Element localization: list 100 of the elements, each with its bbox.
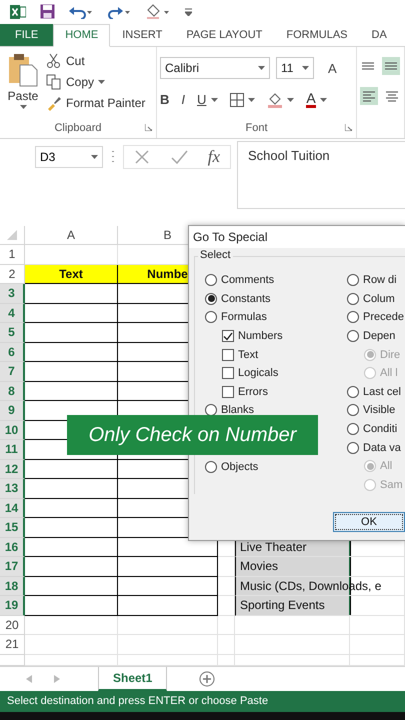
caret-icon (287, 98, 294, 102)
radio-button[interactable] (347, 442, 359, 454)
table-cell (350, 616, 405, 636)
paint-bucket-icon[interactable] (145, 4, 171, 20)
copy-button[interactable]: Copy (46, 74, 146, 90)
align-left-icon[interactable] (360, 87, 378, 106)
row-header[interactable]: 4 (0, 304, 25, 324)
font-color-button[interactable]: A (306, 91, 316, 108)
spreadsheet-logo-icon[interactable] (10, 4, 26, 20)
caret-icon (302, 66, 309, 70)
paste-button[interactable]: Paste (0, 47, 46, 118)
grow-font-button[interactable]: A (328, 60, 337, 76)
dialog-launcher-icon[interactable] (145, 124, 152, 132)
row-header[interactable]: 16 (0, 538, 25, 558)
row-header[interactable]: 3 (0, 284, 25, 304)
radio-button[interactable] (347, 404, 359, 416)
grip-icon (109, 150, 117, 164)
radio-button[interactable] (347, 386, 359, 398)
group-label: Font (245, 122, 268, 134)
row-header[interactable]: 11 (0, 440, 25, 460)
checkbox[interactable] (222, 367, 234, 380)
formula-field[interactable]: School Tuition (237, 141, 405, 210)
font-name-field[interactable]: Calibri (160, 57, 270, 80)
radio-option[interactable]: Visible (347, 401, 405, 420)
italic-button[interactable]: I (181, 92, 186, 108)
format-painter-button[interactable]: Format Painter (46, 95, 146, 112)
row-header[interactable]: 19 (0, 596, 25, 616)
row-header[interactable]: 18 (0, 576, 25, 596)
fill-color-icon[interactable] (267, 92, 284, 108)
table-cell (218, 654, 235, 666)
add-sheet-icon[interactable] (199, 670, 216, 687)
checkbox-option[interactable]: Text (205, 345, 321, 364)
save-icon[interactable] (40, 4, 55, 20)
radio-button[interactable] (205, 404, 217, 416)
radio-option[interactable]: Objects (205, 457, 321, 476)
row-header[interactable]: 14 (0, 498, 25, 518)
radio-button[interactable] (347, 330, 359, 342)
undo-icon[interactable] (69, 4, 93, 19)
dialog-launcher-icon[interactable] (345, 124, 352, 132)
enter-check-icon[interactable] (170, 149, 188, 166)
sheet-tab[interactable]: Sheet1 (98, 666, 168, 691)
radio-button[interactable] (205, 292, 217, 305)
row-header[interactable]: 20 (0, 616, 25, 636)
name-box[interactable]: D3 (35, 146, 103, 168)
caret-icon (91, 155, 98, 160)
underline-button[interactable]: U (197, 92, 206, 108)
cut-button[interactable]: Cut (46, 53, 146, 70)
clipboard-icon (8, 53, 38, 88)
row-header[interactable]: 1 (0, 245, 25, 265)
radio-button[interactable] (205, 274, 217, 286)
ribbon-tab[interactable]: FILE (0, 24, 54, 46)
scissors-icon (46, 53, 62, 70)
radio-option[interactable]: Row di (347, 271, 405, 290)
ribbon-tab[interactable]: HOME (53, 24, 110, 48)
checkbox[interactable] (222, 348, 234, 361)
row-header[interactable]: 5 (0, 323, 25, 343)
customize-icon[interactable] (185, 8, 192, 16)
checkbox[interactable] (222, 330, 234, 342)
checkbox[interactable] (222, 386, 234, 398)
radio-button[interactable] (205, 311, 217, 324)
row-header[interactable]: 9 (0, 401, 25, 421)
font-size-field[interactable]: 11 (276, 57, 314, 80)
caret-icon (98, 80, 106, 84)
ok-button[interactable]: OK (333, 512, 405, 532)
table-cell: Sporting Events (235, 596, 405, 616)
radio-option[interactable]: Depen (347, 326, 405, 346)
bold-button[interactable]: B (160, 92, 170, 108)
radio-option[interactable]: Last cel (347, 382, 405, 402)
row-header[interactable]: 21 (0, 635, 25, 655)
radio-option[interactable]: Conditi (347, 420, 405, 438)
redo-icon[interactable] (107, 4, 131, 19)
radio-button[interactable] (347, 423, 359, 436)
row-header[interactable]: 12 (0, 460, 25, 480)
radio-option[interactable]: Constants (205, 290, 321, 308)
checkbox-option[interactable]: Errors (205, 382, 321, 402)
caret-icon (211, 98, 218, 102)
radio-button[interactable] (347, 274, 359, 286)
checkbox-option[interactable]: Numbers (205, 326, 321, 346)
row-header[interactable]: 2 (0, 264, 25, 284)
radio-option[interactable]: Formulas (205, 308, 321, 327)
radio-option[interactable]: Colum (347, 290, 405, 308)
radio-button[interactable] (347, 292, 359, 305)
row-header[interactable]: 13 (0, 479, 25, 499)
radio-button[interactable] (347, 311, 359, 324)
checkbox-option[interactable]: Logicals (205, 364, 321, 383)
borders-icon[interactable] (230, 92, 244, 107)
column-header[interactable]: A (25, 226, 118, 246)
row-header[interactable]: 10 (0, 420, 25, 440)
row-header[interactable]: 17 (0, 557, 25, 577)
insert-function-button[interactable]: fx (208, 147, 220, 168)
row-header[interactable]: 15 (0, 518, 25, 538)
radio-option[interactable]: Data va (347, 438, 405, 457)
radio-button[interactable] (205, 460, 217, 473)
row-header[interactable]: 8 (0, 382, 25, 402)
row-header[interactable]: 6 (0, 342, 25, 362)
table-cell (218, 596, 235, 616)
align-icon[interactable] (382, 57, 400, 76)
radio-option[interactable]: Precede (347, 308, 405, 327)
row-header[interactable]: 7 (0, 362, 25, 382)
caret-icon (20, 105, 26, 110)
